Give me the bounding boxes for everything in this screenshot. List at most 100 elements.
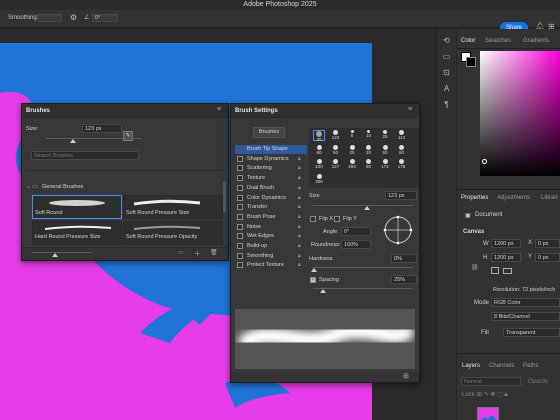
brush-option-checkbox[interactable] bbox=[237, 213, 243, 220]
search-brushes-input[interactable]: Search Brushes bbox=[31, 151, 139, 160]
lock-icon[interactable]: 🔒︎ bbox=[298, 185, 301, 191]
brush-tip-cell[interactable]: 284 bbox=[346, 159, 358, 170]
preview-size-knob[interactable] bbox=[52, 253, 58, 257]
brush-option-row[interactable]: Dual Brush 🔒︎ bbox=[235, 184, 307, 193]
spacing-slider[interactable] bbox=[313, 288, 413, 289]
flip-y-checkbox[interactable] bbox=[334, 216, 340, 222]
tab-paths[interactable]: Paths bbox=[523, 363, 538, 369]
smoothing-field[interactable] bbox=[38, 14, 62, 22]
brushes-button[interactable]: Brushes bbox=[253, 127, 285, 138]
width-field[interactable]: 1200 px bbox=[491, 239, 521, 248]
tip-size-slider[interactable] bbox=[313, 205, 413, 206]
brush-tip-cell[interactable]: 30 bbox=[313, 130, 325, 142]
lock-icon[interactable]: 🔒︎ bbox=[298, 214, 301, 220]
brush-option-checkbox[interactable] bbox=[237, 223, 243, 230]
brush-tip-cell[interactable]: 25 bbox=[379, 130, 391, 141]
brush-option-checkbox[interactable] bbox=[237, 165, 243, 172]
hardness-slider[interactable] bbox=[313, 267, 413, 268]
lock-icons[interactable]: ⊞ ✎ ✥ ⬚ 🔒︎ bbox=[477, 391, 537, 399]
spacing-checkbox[interactable]: ✓ bbox=[310, 277, 316, 283]
mode-select[interactable]: RGB Color bbox=[491, 298, 560, 307]
brushes-panel-header[interactable]: Brushes ≡ bbox=[22, 104, 228, 118]
brush-option-row[interactable]: Transfer 🔒︎ bbox=[235, 203, 307, 212]
comment-icon[interactable]: ▭ bbox=[441, 51, 452, 62]
brush-tip-cell[interactable]: 175 bbox=[396, 159, 408, 170]
brush-option-row[interactable]: Scattering 🔒︎ bbox=[235, 164, 307, 173]
brush-option-row[interactable]: Build-up 🔒︎ bbox=[235, 242, 307, 251]
lock-icon[interactable]: 🔒︎ bbox=[298, 175, 301, 181]
brush-group-name[interactable]: General Brushes bbox=[42, 184, 83, 190]
brush-option-checkbox[interactable] bbox=[237, 175, 243, 182]
brush-tip-cell[interactable]: 174 bbox=[379, 159, 391, 170]
character-icon[interactable]: A bbox=[441, 83, 452, 94]
lock-icon[interactable]: 🔒︎ bbox=[298, 204, 301, 210]
brush-option-row[interactable]: Noise 🔒︎ bbox=[235, 223, 307, 232]
brush-option-checkbox[interactable] bbox=[237, 243, 243, 249]
brush-tip-cell[interactable]: 60 bbox=[313, 144, 325, 156]
size-field[interactable]: 123 px bbox=[82, 124, 122, 133]
brush-option-row[interactable]: Color Dynamics 🔒︎ bbox=[235, 194, 307, 203]
brush-item[interactable]: Hard Round Pressure Size bbox=[32, 221, 122, 245]
brush-tip-grid[interactable]: 30 123 8 10 25 112 60 50 25 30 50 60 100 127 284 80 174 1… bbox=[309, 128, 419, 188]
roundness-field[interactable]: 100% bbox=[341, 240, 371, 249]
brush-item[interactable]: Soft Round Pressure Opacity bbox=[123, 221, 223, 245]
brush-tip-cell[interactable]: 112 bbox=[396, 130, 408, 141]
hardness-field[interactable]: 0% bbox=[391, 254, 417, 263]
tab-layers[interactable]: Layers bbox=[462, 363, 480, 369]
brush-option-checkbox[interactable] bbox=[237, 262, 243, 269]
lock-icon[interactable]: 🔒︎ bbox=[298, 224, 301, 230]
layer-thumbnail[interactable] bbox=[477, 407, 499, 420]
size-slider-knob[interactable] bbox=[70, 139, 76, 143]
blend-mode-select[interactable]: Normal bbox=[461, 377, 521, 386]
link-icon[interactable]: ⛓ bbox=[471, 264, 479, 271]
brush-tip-cell[interactable]: 306 bbox=[313, 173, 325, 185]
create-brush-icon[interactable]: ⊞ bbox=[403, 372, 409, 380]
brush-item[interactable]: Soft Round Pressure Size bbox=[123, 195, 223, 219]
brush-tip-cell[interactable]: 25 bbox=[346, 144, 358, 156]
tab-color[interactable]: Color bbox=[461, 38, 475, 44]
orient-portrait-icon[interactable] bbox=[491, 267, 499, 274]
height-field[interactable]: 1200 px bbox=[491, 253, 521, 262]
lock-icon[interactable]: 🔒︎ bbox=[298, 262, 301, 268]
brush-option-checkbox[interactable] bbox=[237, 204, 243, 211]
menu-icon[interactable]: ≡ bbox=[217, 106, 221, 113]
brush-option-row[interactable]: Smoothing 🔒︎ bbox=[235, 252, 307, 261]
lock-icon[interactable]: 🔒︎ bbox=[298, 243, 301, 249]
color-field[interactable] bbox=[480, 51, 560, 176]
brush-option-checkbox[interactable] bbox=[237, 252, 243, 259]
tip-size-knob[interactable] bbox=[364, 206, 370, 210]
brush-option-row[interactable]: Wet Edges 🔒︎ bbox=[235, 232, 307, 241]
fill-select[interactable]: Transparent bbox=[503, 328, 560, 337]
brush-tip-cell[interactable]: 123 bbox=[330, 130, 342, 141]
plus-icon[interactable]: ＋ bbox=[194, 249, 201, 259]
brush-option-row[interactable]: Brush Pose 🔒︎ bbox=[235, 213, 307, 222]
spacing-field[interactable]: 25% bbox=[391, 275, 417, 284]
brushes-scrollbar[interactable] bbox=[223, 182, 226, 212]
lock-icon[interactable]: 🔒︎ bbox=[298, 233, 301, 239]
flip-x-checkbox[interactable] bbox=[310, 216, 316, 222]
background-swatch[interactable] bbox=[466, 57, 476, 67]
brush-option-checkbox[interactable] bbox=[237, 194, 243, 201]
brush-option-row[interactable]: Texture 🔒︎ bbox=[235, 174, 307, 183]
tab-adjustments[interactable]: Adjustments bbox=[497, 195, 530, 201]
gear-icon[interactable]: ⚙ bbox=[70, 13, 77, 22]
angle-field[interactable]: 0° bbox=[92, 14, 118, 22]
brush-option-checkbox[interactable] bbox=[237, 155, 243, 162]
y-field[interactable]: 0 px bbox=[535, 253, 560, 262]
brush-tip-cell[interactable]: 50 bbox=[379, 144, 391, 156]
preview-size-slider[interactable] bbox=[32, 252, 92, 253]
tip-size-field[interactable]: 123 px bbox=[385, 191, 417, 200]
lock-icon[interactable]: 🔒︎ bbox=[298, 165, 301, 171]
brush-tip-cell[interactable]: 10 bbox=[363, 130, 375, 141]
brush-option-row[interactable]: Shape Dynamics 🔒︎ bbox=[235, 155, 307, 164]
tab-libraries[interactable]: Librari bbox=[541, 195, 558, 201]
brush-tip-cell[interactable]: 8 bbox=[346, 130, 358, 141]
depth-select[interactable]: 8 Bits/Channel bbox=[491, 312, 560, 321]
color-picker-handle[interactable] bbox=[482, 159, 487, 164]
history-icon[interactable]: ⟲ bbox=[441, 35, 452, 46]
brush-option-checkbox[interactable] bbox=[237, 184, 243, 191]
brush-option-row[interactable]: Brush Tip Shape bbox=[235, 145, 307, 154]
folder-icon[interactable]: ▭ bbox=[178, 249, 184, 256]
brush-tip-cell[interactable]: 50 bbox=[330, 144, 342, 156]
tab-properties[interactable]: Properties bbox=[461, 195, 488, 201]
